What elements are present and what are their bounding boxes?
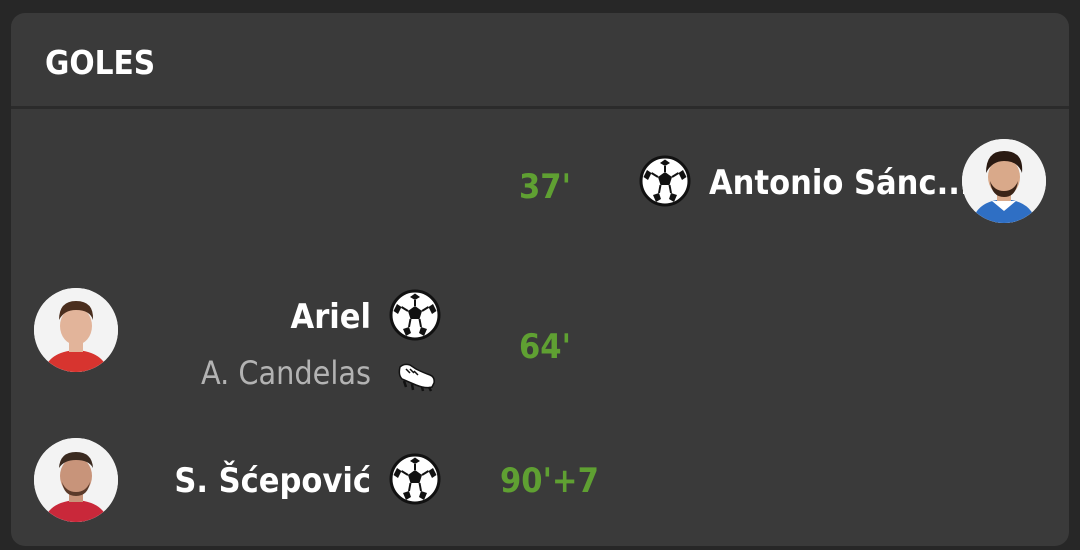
- card-header: GOLES: [11, 13, 1069, 109]
- soccer-ball-icon: [389, 289, 441, 341]
- goal-minute: 37': [519, 167, 571, 207]
- player-avatar[interactable]: [962, 139, 1046, 223]
- card-title: GOLES: [45, 43, 156, 82]
- goal-row[interactable]: Ariel 64' A. Candelas: [11, 275, 1069, 415]
- assist-name[interactable]: A. Candelas: [201, 353, 371, 393]
- player-avatar[interactable]: [34, 288, 118, 372]
- scorer-name[interactable]: Ariel: [291, 297, 371, 337]
- goal-row[interactable]: S. Šćepović 90'+7: [11, 425, 1069, 540]
- goals-card: GOLES 37' Antonio Sánc... Ariel 64' A. C…: [11, 13, 1069, 546]
- scorer-name[interactable]: S. Šćepović: [174, 461, 371, 501]
- soccer-ball-icon: [639, 155, 691, 207]
- boot-icon: [398, 363, 435, 392]
- goal-minute: 64': [519, 327, 571, 367]
- scorer-name[interactable]: Antonio Sánc...: [709, 163, 971, 203]
- player-avatar[interactable]: [34, 438, 118, 522]
- goal-minute: 90'+7: [500, 461, 599, 501]
- goal-row[interactable]: 37' Antonio Sánc...: [11, 133, 1069, 273]
- soccer-ball-icon: [389, 453, 441, 505]
